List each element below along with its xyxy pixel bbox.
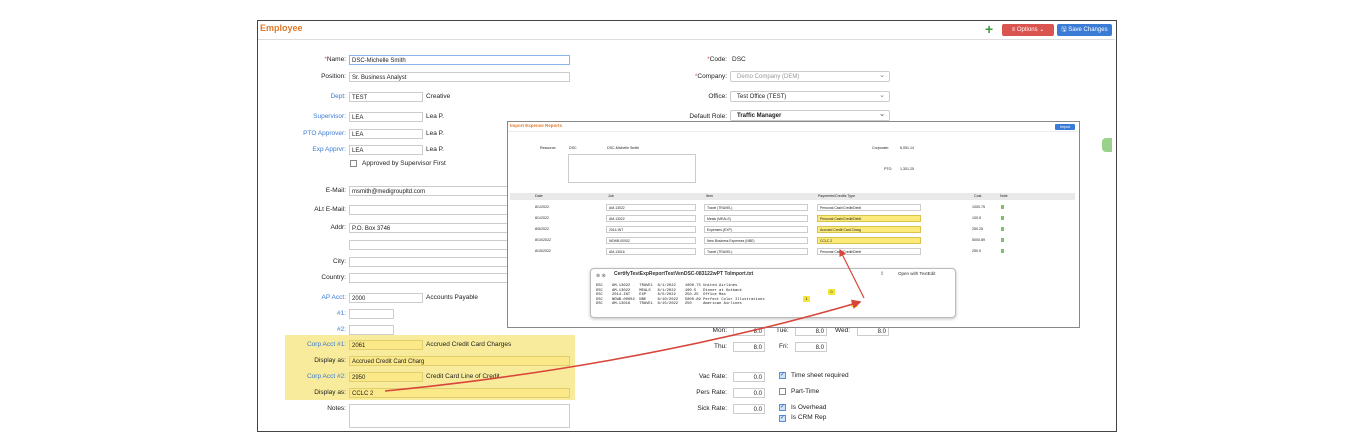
- annotation-arrows: [384, 248, 865, 392]
- arrow-file-to-grid: [839, 248, 865, 299]
- arrow-display-to-file: [384, 299, 862, 392]
